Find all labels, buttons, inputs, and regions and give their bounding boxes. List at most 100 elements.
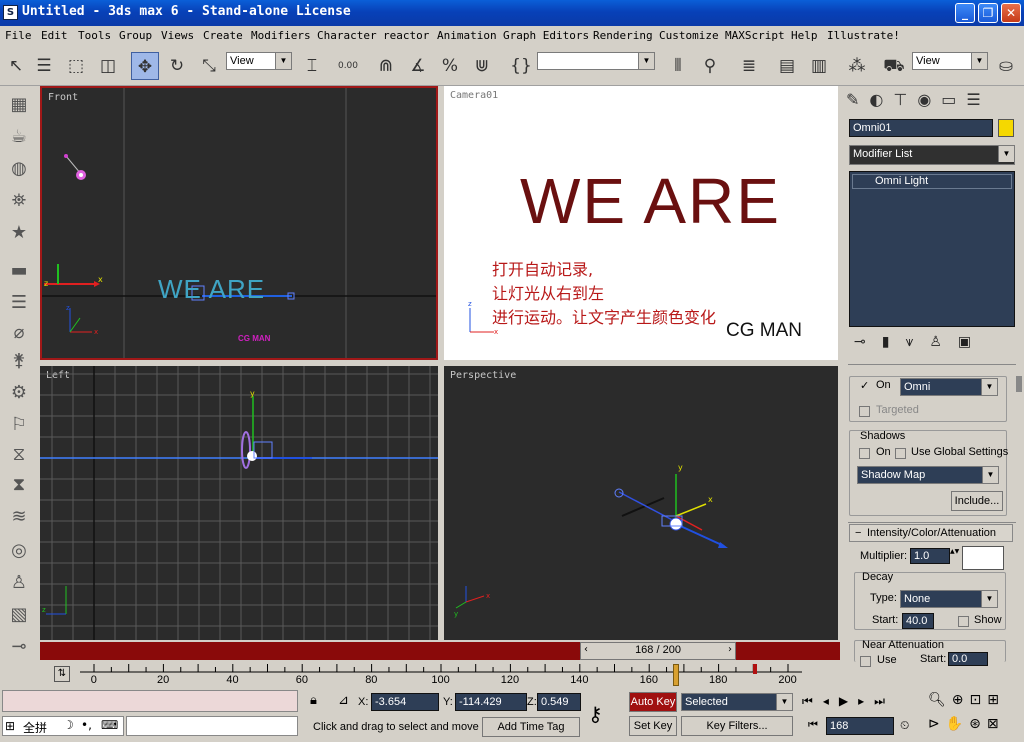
camera-sphere-icon[interactable]: ◎ [6,538,32,564]
curve-editor-icon[interactable]: ▤ [773,52,801,80]
menu-character[interactable]: Character [317,29,377,42]
track-bar[interactable]: ⇅ 0 20 40 60 80 100 120 140 160 180 200 [40,662,840,690]
auto-key-button[interactable]: Auto Key [629,692,677,712]
near-use-checkbox[interactable] [860,656,871,667]
x-coordinate-field[interactable]: -3.654 [371,693,439,711]
viewport-left[interactable]: Left yz [40,366,438,640]
wall-icon[interactable]: ▬ [6,258,32,284]
viewport-camera[interactable]: Camera01 WE ARE 打开自动记录, 让灯光从右到左 进行运动。让文字… [444,86,838,360]
ime-mode[interactable]: 全拼 [23,719,47,736]
modifier-list-dropdown[interactable]: Modifier List [849,145,1015,165]
zoom-extents-icon[interactable]: ⊡ [970,692,988,708]
menu-help[interactable]: Help [791,29,818,42]
light-type-dropdown[interactable]: Omni [900,378,998,396]
shadows-on-checkbox[interactable] [859,448,870,459]
rollout-header[interactable]: − Intensity/Color/Attenuation [849,524,1013,542]
biped-icon[interactable]: ♙ [6,570,32,596]
restore-button[interactable]: ❐ [978,3,998,23]
minimize-button[interactable]: _ [955,3,975,23]
menu-illustrate[interactable]: Illustrate! [827,29,900,42]
select-by-name-icon[interactable]: ☰ [30,52,58,80]
window-crossing-icon[interactable]: ◫ [94,52,122,80]
mirror-icon[interactable]: ⫴ [664,52,692,80]
panel-scrollbar[interactable] [1016,376,1022,392]
decay-start-spinner[interactable]: 40.0 [902,613,934,629]
field-of-view-icon[interactable]: ⊳ [928,716,946,732]
decay-type-dropdown[interactable]: None [900,590,998,608]
maximize-viewport-icon[interactable]: ⊠ [987,716,1005,732]
zoom-all-icon[interactable]: ⊕ [952,692,970,708]
on-checkbox[interactable]: ✓ [860,379,869,392]
add-time-tag-button[interactable]: Add Time Tag [482,717,580,737]
shadow-type-dropdown[interactable]: Shadow Map [857,466,999,484]
menu-file[interactable]: File [5,29,32,42]
prev-frame-icon[interactable]: ◂ [823,694,839,708]
remove-modifier-icon[interactable]: ♙ [929,334,958,350]
named-selection-icon[interactable]: {} [507,52,535,80]
light-color-swatch[interactable] [962,546,1004,570]
menu-views[interactable]: Views [161,29,194,42]
close-button[interactable]: ✕ [1001,3,1021,23]
viewport-perspective[interactable]: Perspective y x y x [444,366,838,640]
modify-tab-icon[interactable]: ◐ [869,90,893,109]
ime-keyboard-icon[interactable]: ⌨ [101,718,118,732]
sphere-icon[interactable]: ◍ [6,156,32,182]
key-icon[interactable]: ⚷ [588,702,603,726]
align-icon[interactable]: ⚲ [696,52,724,80]
configure-sets-icon[interactable]: ▣ [958,334,987,350]
material-editor-icon[interactable]: ⁂ [843,52,871,80]
goto-start-icon[interactable]: ⏮ [802,694,823,708]
spinner-arrows-icon[interactable]: ▲▼ [950,548,959,564]
patch-icon[interactable]: ▧ [6,602,32,628]
current-frame-field[interactable]: 168 [826,717,894,735]
targeted-checkbox[interactable] [859,406,870,417]
cloth-icon[interactable]: ⧗ [6,472,32,498]
toggle-icon[interactable]: ⊸ [6,634,32,660]
object-name-field[interactable]: Omni01 [849,119,993,137]
stack-icon[interactable]: ☰ [6,290,32,316]
quick-render-icon[interactable]: ⛀ [992,52,1020,80]
script-output-field[interactable] [126,716,298,736]
show-end-result-icon[interactable]: ▮ [882,334,906,350]
plane-icon[interactable]: ⚐ [6,412,32,438]
decay-show-checkbox[interactable] [958,616,969,627]
object-color-swatch[interactable] [998,119,1014,137]
menu-tools[interactable]: Tools [78,29,111,42]
maxscript-listener[interactable] [2,690,298,712]
spinner-snap-toggle-icon[interactable]: ⋓ [468,52,496,80]
z-coordinate-field[interactable]: 0.549 [537,693,581,711]
time-config-icon[interactable]: ⏲ [900,718,909,733]
zoom-icon[interactable]: 🔍︎ [928,692,952,708]
play-icon[interactable]: ▶ [839,694,858,708]
star-icon[interactable]: ★ [6,220,32,246]
render-scene-icon[interactable]: ⛟ [880,52,908,80]
menu-modifiers[interactable]: Modifiers [251,29,311,42]
ime-moon-icon[interactable]: ☽ [63,718,74,732]
reference-coordinate-dropdown[interactable]: View [226,52,292,70]
pan-icon[interactable]: ✋ [946,716,969,732]
display-tab-icon[interactable]: ▭ [941,90,966,109]
set-key-button[interactable]: Set Key [629,716,677,736]
key-filters-button[interactable]: Key Filters... [681,716,793,736]
make-unique-icon[interactable]: ⩛ [905,334,929,350]
percent-snap-icon[interactable]: % [436,52,464,80]
ime-punct-icon[interactable]: •, [81,718,92,732]
wave-icon[interactable]: ≋ [6,504,32,530]
zoom-extents-all-icon[interactable]: ⊞ [987,692,1005,708]
menu-customize[interactable]: Customize [659,29,719,42]
key-marker[interactable] [673,664,679,686]
pin-stack-icon[interactable]: ⊸ [854,334,882,350]
ime-logo-icon[interactable]: ⊞ [5,719,15,733]
goto-end-icon[interactable]: ⏭ [874,694,895,708]
time-slider-thumb[interactable]: ‹ 168 / 200 › [580,642,736,660]
app-icon[interactable]: S [3,5,18,20]
box-icon[interactable]: ▦ [6,92,32,118]
teapot-icon[interactable]: ☕ [6,124,32,150]
snap-toggle-icon[interactable]: ⋒ [372,52,400,80]
select-move-icon[interactable]: ✥ [131,52,159,80]
menu-animation[interactable]: Animation [437,29,497,42]
menu-create[interactable]: Create [203,29,243,42]
angle-snap-icon[interactable]: ∡ [404,52,432,80]
spinner-snap-icon[interactable]: 0.00 [334,52,362,80]
create-tab-icon[interactable]: ✎ [846,90,869,109]
